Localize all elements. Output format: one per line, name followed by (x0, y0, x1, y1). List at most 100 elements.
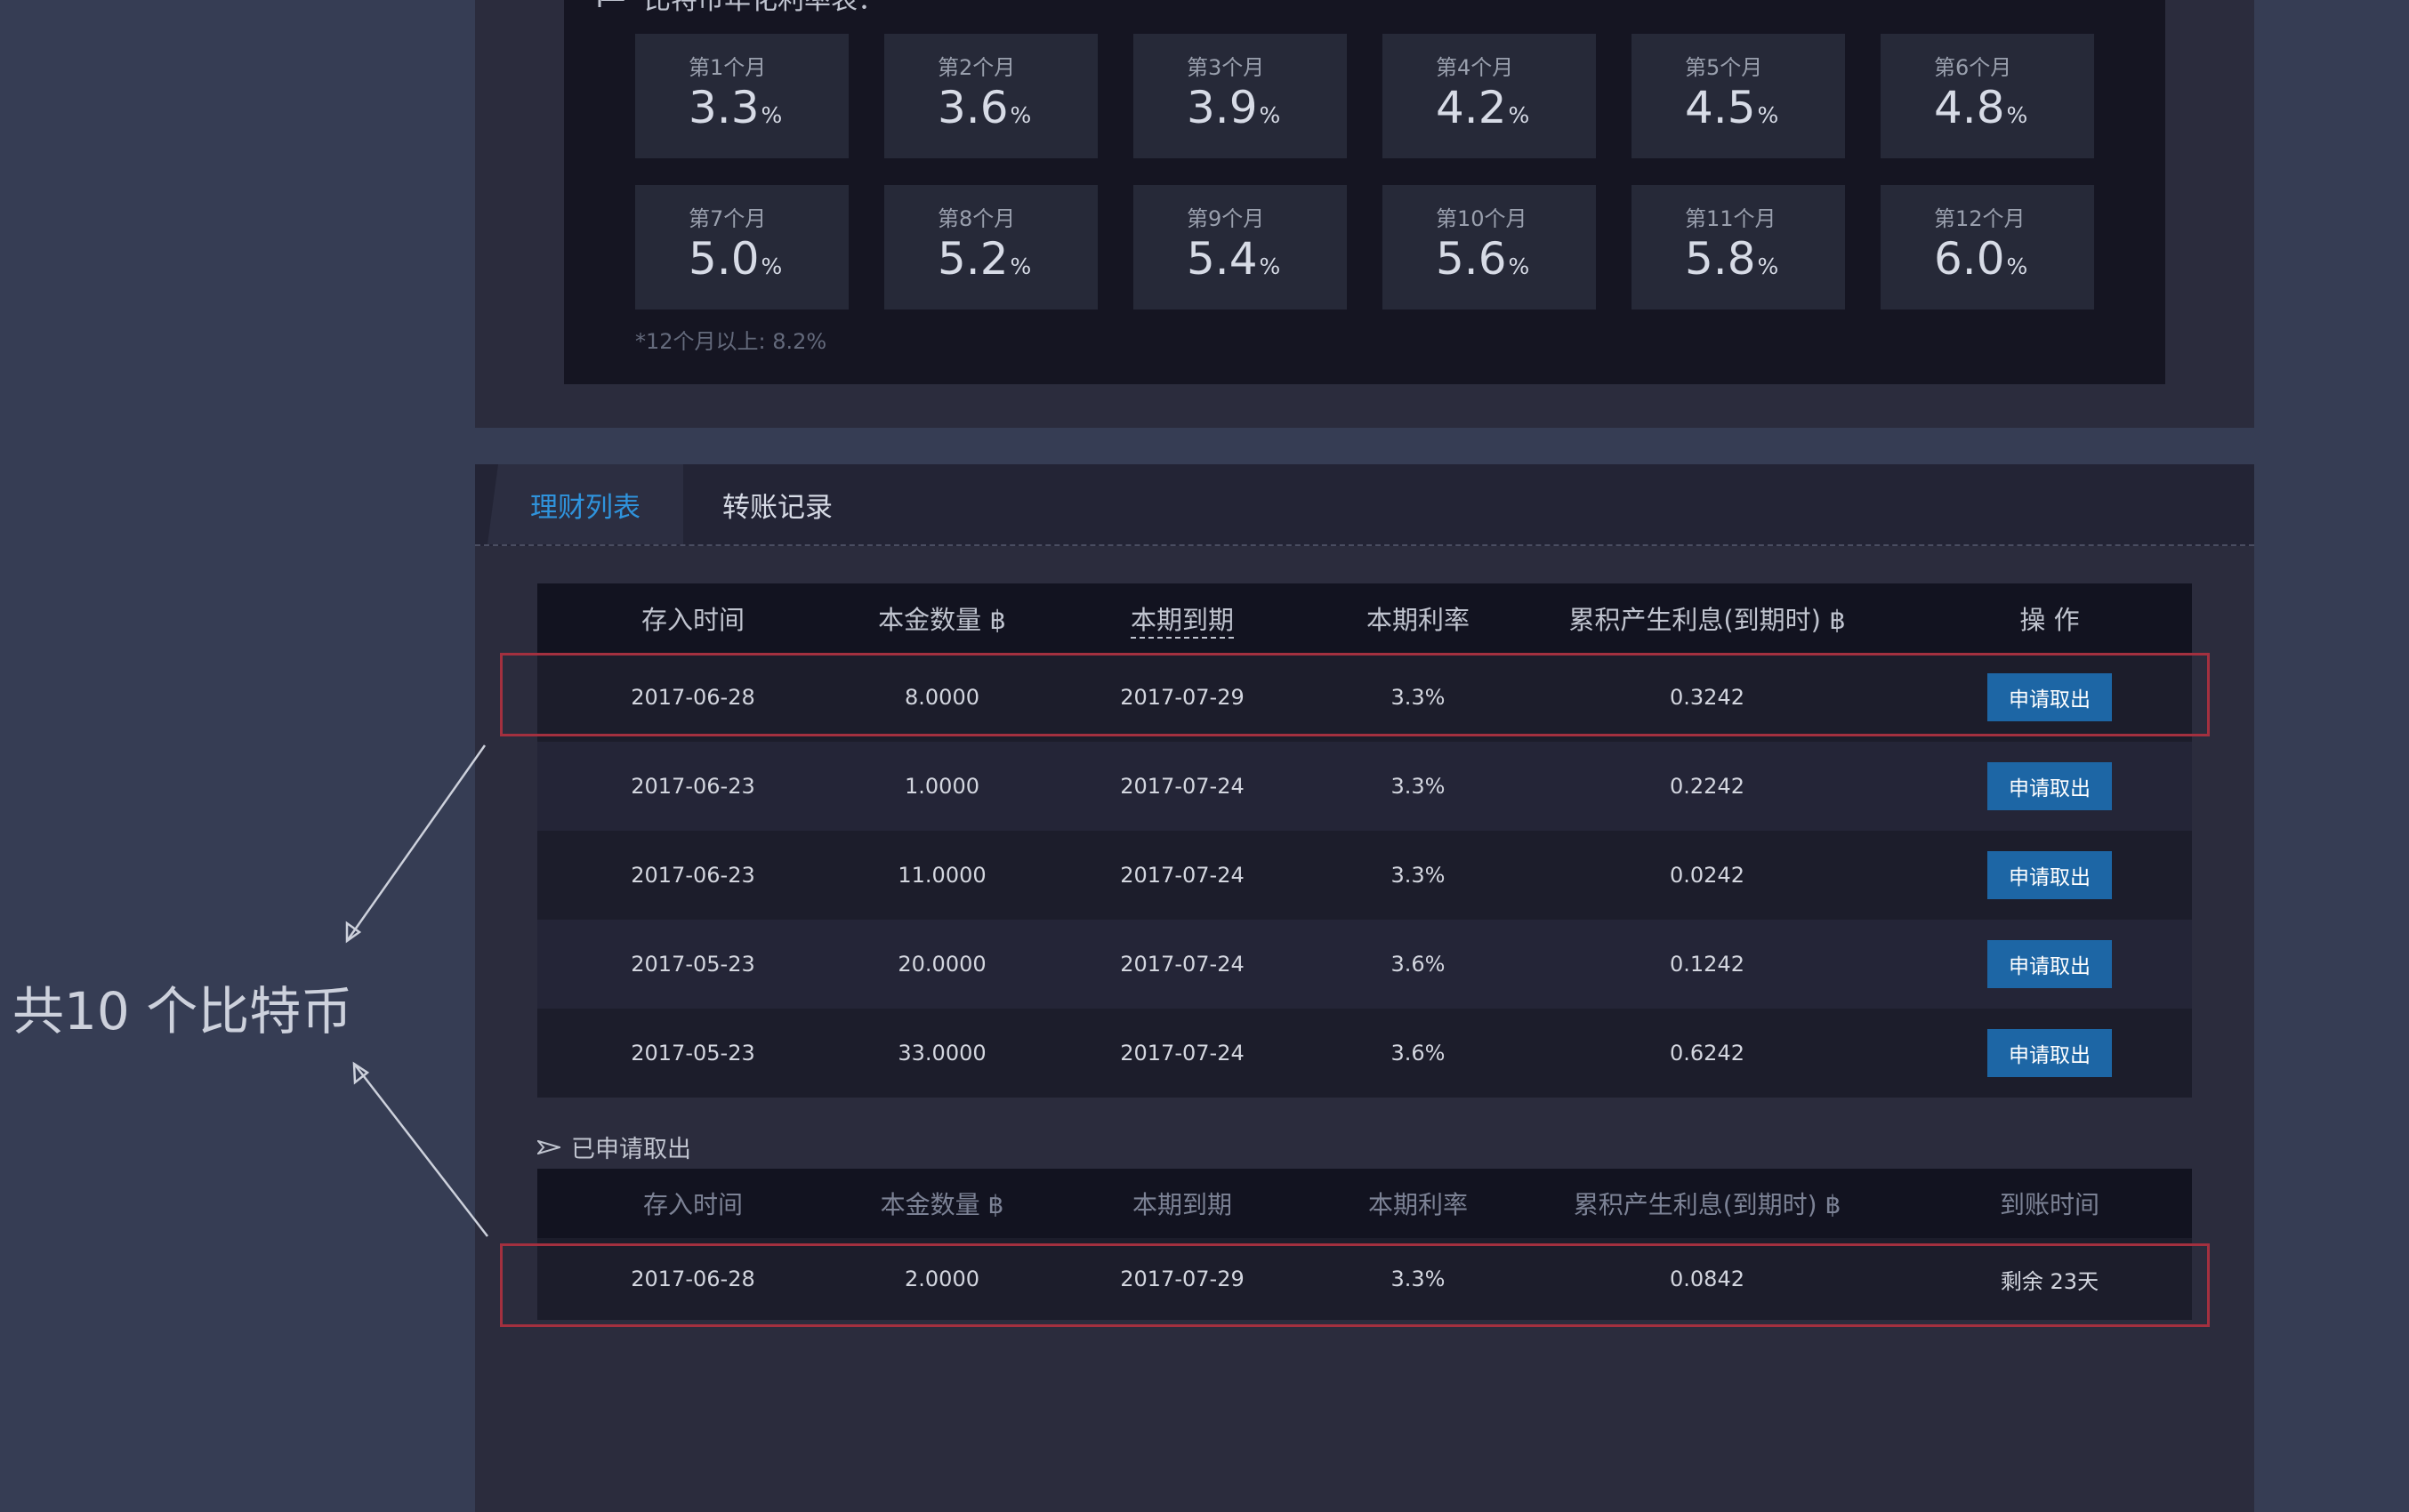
rate-cell-value: 4.2% (1436, 82, 1530, 133)
rate-cell: 第4个月 4.2% (1382, 34, 1596, 158)
finance-table: 存入时间 本金数量 ฿ 本期到期 本期利率 累积产生利息(到期时) ฿ 操 作 … (537, 583, 2192, 1098)
deposit-date-cell: 2017-06-23 (631, 863, 755, 888)
amount-cell: 2.0000 (905, 1267, 979, 1291)
rate-cell: 第8个月 5.2% (884, 185, 1098, 310)
finance-panel: 理财列表 转账记录 存入时间 本金数量 ฿ 本期到期 本期利率 累积产生利息(到… (475, 464, 2254, 1512)
withdrawn-section-title: 已申请取出 (571, 1136, 691, 1163)
rate-cell-label: 第8个月 (938, 206, 1016, 231)
column-header: 本期利率 (1367, 1190, 1468, 1219)
send-arrow-icon (537, 1139, 560, 1154)
tab-finance-list[interactable]: 理财列表 (487, 464, 683, 544)
column-header: 存入时间 (642, 1190, 743, 1219)
due-date-cell: 2017-07-29 (1120, 1267, 1245, 1291)
deposit-date-cell: 2017-06-23 (631, 774, 755, 799)
rate-cell: 3.6% (1390, 1041, 1446, 1066)
withdraw-button[interactable]: 申请取出 (1987, 1029, 2112, 1077)
table-row: 2017-06-23 11.0000 2017-07-24 3.3% 0.024… (537, 831, 2192, 920)
tab-transfer-records[interactable]: 转账记录 (689, 464, 866, 544)
rate-cell-value: 5.0% (689, 233, 783, 285)
rate-cell: 3.6% (1390, 952, 1446, 977)
rate-cell-label: 第10个月 (1436, 206, 1527, 231)
due-date-cell: 2017-07-24 (1120, 774, 1245, 799)
rate-cell: 3.3% (1390, 863, 1446, 888)
withdrawn-table: 存入时间 本金数量 ฿ 本期到期 本期利率 累积产生利息(到期时) ฿ 到账时间… (537, 1169, 2192, 1320)
rate-cell-value: 4.5% (1685, 82, 1779, 133)
rate-cell-value: 5.6% (1436, 233, 1530, 285)
rate-cell-label: 第2个月 (938, 55, 1016, 80)
action-cell: 申请取出 (1907, 653, 2192, 742)
column-header: 本期利率 (1366, 605, 1470, 635)
rate-cell-label: 第9个月 (1187, 206, 1265, 231)
rate-table-box: 比特币年化利率表： 第1个月 3.3% 第2个月 3.6% 第3个月 3.9% … (564, 0, 2165, 384)
deposit-date-cell: 2017-06-28 (631, 1267, 755, 1291)
rate-cell-label: 第1个月 (689, 55, 767, 80)
interest-cell: 0.2242 (1670, 774, 1744, 799)
amount-cell: 20.0000 (898, 952, 987, 977)
due-date-cell: 2017-07-24 (1120, 863, 1245, 888)
rate-cell: 3.3% (1390, 685, 1446, 710)
rate-cell: 第7个月 5.0% (635, 185, 849, 310)
annotation-arrow-upper (345, 744, 487, 942)
table-row: 2017-06-28 8.0000 2017-07-29 3.3% 0.3242… (537, 653, 2192, 742)
deposit-date-cell: 2017-05-23 (631, 1041, 755, 1066)
withdraw-button[interactable]: 申请取出 (1987, 762, 2112, 810)
column-header: 本期到期 (1035, 583, 1329, 653)
withdrawn-section-label: 已申请取出 (537, 1130, 691, 1164)
rate-cell: 第9个月 5.4% (1133, 185, 1347, 310)
rate-cell-value: 6.0% (1934, 233, 2028, 285)
flag-icon (598, 0, 624, 7)
rate-cell-value: 3.9% (1187, 82, 1281, 133)
withdraw-button[interactable]: 申请取出 (1987, 673, 2112, 721)
column-header: 到账时间 (1999, 1190, 2099, 1219)
amount-cell: 1.0000 (905, 774, 979, 799)
column-header: 操 作 (2019, 605, 2080, 635)
amount-cell: 33.0000 (898, 1041, 987, 1066)
rate-note: *12个月以上: 8.2% (635, 329, 827, 354)
rate-cell: 3.3% (1390, 774, 1446, 799)
rate-cell: 第10个月 5.6% (1382, 185, 1596, 310)
due-date-header-label[interactable]: 本期到期 (1130, 605, 1234, 639)
rate-cell-value: 3.3% (689, 82, 783, 133)
action-cell: 申请取出 (1907, 920, 2192, 1009)
rate-cell-label: 第6个月 (1934, 55, 2012, 80)
rate-cell-label: 第3个月 (1187, 55, 1265, 80)
amount-cell: 8.0000 (905, 685, 979, 710)
rate-table-title: 比特币年化利率表： (598, 0, 884, 16)
rate-cell-value: 5.4% (1187, 233, 1281, 285)
interest-cell: 0.0242 (1670, 863, 1744, 888)
rate-cell-label: 第11个月 (1685, 206, 1777, 231)
rate-cell-value: 4.8% (1934, 82, 2028, 133)
deposit-date-cell: 2017-05-23 (631, 952, 755, 977)
table-header-row: 存入时间 本金数量 ฿ 本期到期 本期利率 累积产生利息(到期时) ฿ 操 作 (537, 583, 2192, 653)
table-header-row: 存入时间 本金数量 ฿ 本期到期 本期利率 累积产生利息(到期时) ฿ 到账时间 (537, 1169, 2192, 1238)
tab-bar: 理财列表 转账记录 (475, 464, 2254, 546)
table-row: 2017-05-23 33.0000 2017-07-24 3.6% 0.624… (537, 1009, 2192, 1098)
rate-cell: 第1个月 3.3% (635, 34, 849, 158)
rate-cell: 3.3% (1390, 1267, 1446, 1291)
annotation-arrowhead-lower (352, 1061, 370, 1085)
table-row: 2017-06-28 2.0000 2017-07-29 3.3% 0.0842… (537, 1238, 2192, 1320)
column-header: 累积产生利息(到期时) ฿ (1573, 1190, 1841, 1219)
table-row: 2017-06-23 1.0000 2017-07-24 3.3% 0.2242… (537, 742, 2192, 831)
annotation-arrow-lower (353, 1063, 488, 1237)
column-header: 本期到期 (1132, 1190, 1232, 1219)
withdraw-button[interactable]: 申请取出 (1987, 851, 2112, 899)
column-header: 存入时间 (641, 605, 745, 635)
annotation-arrowhead-upper (345, 921, 362, 944)
deposit-date-cell: 2017-06-28 (631, 685, 755, 710)
rate-cell: 第5个月 4.5% (1632, 34, 1845, 158)
rate-cell: 第3个月 3.9% (1133, 34, 1347, 158)
rate-cell-label: 第4个月 (1436, 55, 1514, 80)
action-cell: 申请取出 (1907, 831, 2192, 920)
rate-cell-label: 第12个月 (1934, 206, 2026, 231)
interest-cell: 0.6242 (1670, 1041, 1744, 1066)
due-date-cell: 2017-07-24 (1120, 952, 1245, 977)
column-header: 本金数量 ฿ (878, 605, 1006, 635)
interest-cell: 0.1242 (1670, 952, 1744, 977)
rate-cell-value: 5.8% (1685, 233, 1779, 285)
column-header: 本金数量 ฿ (880, 1190, 1004, 1219)
table-row: 2017-05-23 20.0000 2017-07-24 3.6% 0.124… (537, 920, 2192, 1009)
rate-cell-value: 5.2% (938, 233, 1032, 285)
withdraw-button[interactable]: 申请取出 (1987, 940, 2112, 988)
column-header: 累积产生利息(到期时) ฿ (1568, 605, 1846, 635)
